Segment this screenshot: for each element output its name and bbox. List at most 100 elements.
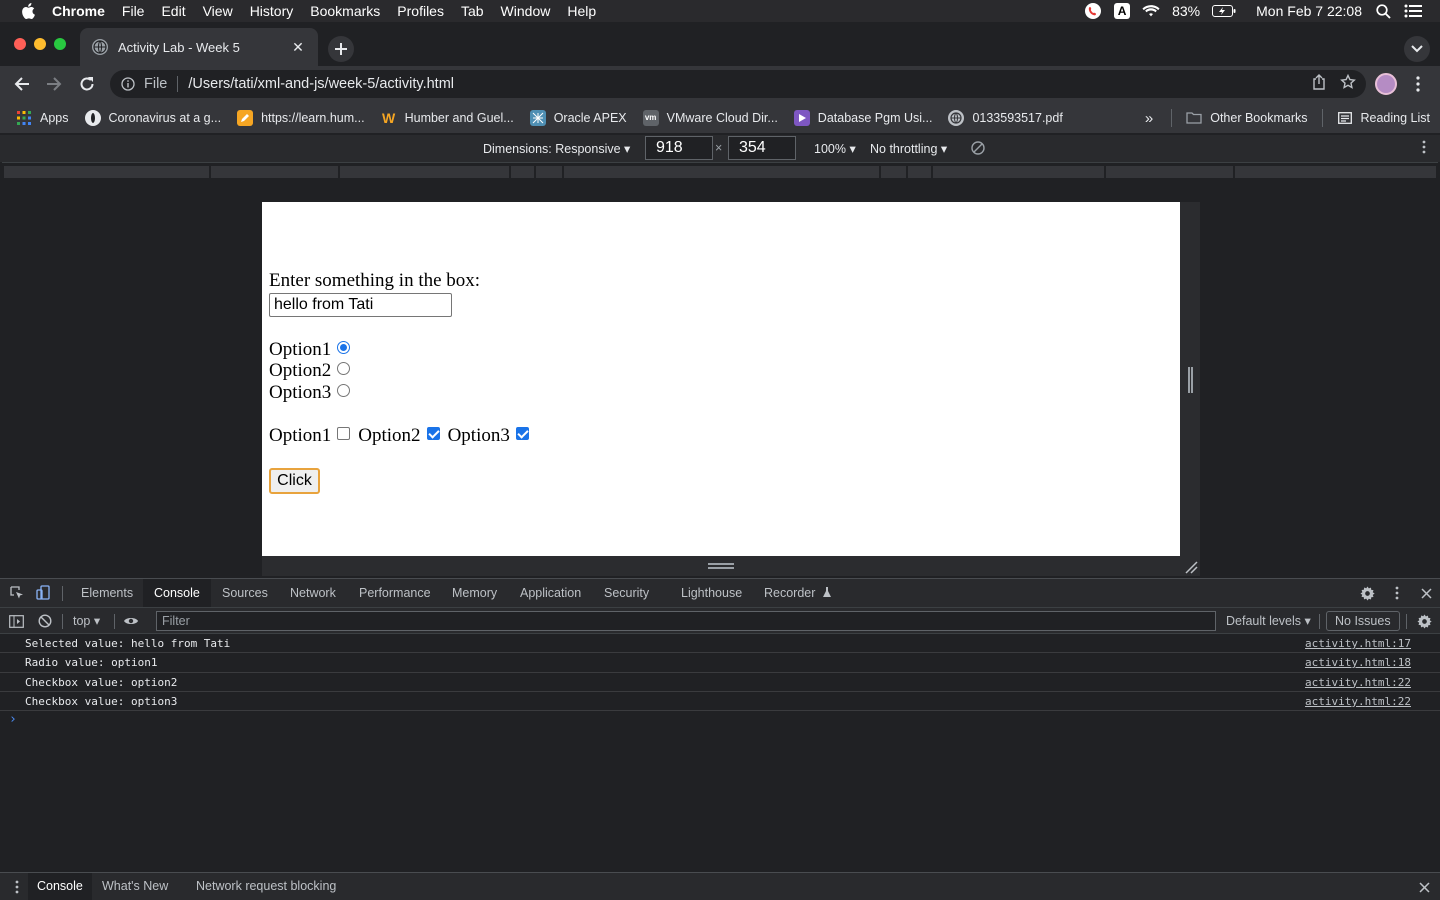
bookmark-humber-guelph[interactable]: W Humber and Guel... bbox=[381, 110, 514, 126]
devtools-tab-network[interactable]: Network bbox=[279, 579, 347, 607]
apple-logo-icon[interactable] bbox=[18, 0, 38, 22]
inspect-element-icon[interactable] bbox=[9, 585, 25, 601]
share-icon[interactable] bbox=[1312, 74, 1326, 94]
radio-option2[interactable] bbox=[337, 362, 351, 375]
viewport-height-input[interactable]: 354 bbox=[728, 136, 796, 160]
devtools-tab-performance[interactable]: Performance bbox=[348, 579, 442, 607]
console-prompt[interactable]: › bbox=[0, 711, 1440, 729]
bookmark-database-pgm[interactable]: Database Pgm Usi... bbox=[793, 109, 932, 126]
resize-corner-icon[interactable] bbox=[1184, 560, 1198, 574]
reading-list-button[interactable]: Reading List bbox=[1337, 110, 1430, 126]
devtools-tab-security[interactable]: Security bbox=[593, 579, 660, 607]
clock[interactable]: Mon Feb 7 22:08 bbox=[1256, 3, 1362, 19]
media-query-segment[interactable] bbox=[536, 166, 563, 178]
browser-tab-active[interactable]: Activity Lab - Week 5 ✕ bbox=[80, 28, 318, 66]
sidebar-toggle-icon[interactable] bbox=[8, 613, 24, 629]
text-input[interactable]: hello from Tati bbox=[269, 293, 452, 317]
viewport-resize-handle-bottom[interactable] bbox=[262, 556, 1200, 576]
console-settings-icon[interactable] bbox=[1416, 613, 1432, 629]
media-query-segment[interactable] bbox=[1235, 166, 1437, 178]
clear-console-icon[interactable] bbox=[37, 613, 53, 629]
console-output[interactable]: Selected value: hello from Tati activity… bbox=[0, 634, 1440, 872]
log-source-link[interactable]: activity.html:18 bbox=[1305, 653, 1411, 672]
checkbox-option3[interactable] bbox=[515, 427, 529, 440]
menu-edit[interactable]: Edit bbox=[161, 3, 185, 19]
menu-help[interactable]: Help bbox=[567, 3, 596, 19]
drawer-tab-whats-new[interactable]: What's New bbox=[93, 873, 177, 900]
viewport-resize-handle-right[interactable] bbox=[1180, 202, 1200, 556]
back-button[interactable] bbox=[10, 72, 34, 96]
drawer-close-icon[interactable] bbox=[1416, 879, 1432, 895]
media-query-segment[interactable] bbox=[340, 166, 510, 178]
menu-bookmarks[interactable]: Bookmarks bbox=[310, 3, 380, 19]
bookmark-learn-humber[interactable]: https://learn.hum... bbox=[237, 109, 365, 126]
menu-history[interactable]: History bbox=[250, 3, 294, 19]
media-query-segment[interactable] bbox=[4, 166, 210, 178]
log-source-link[interactable]: activity.html:22 bbox=[1305, 692, 1411, 711]
devtools-tab-lighthouse[interactable]: Lighthouse bbox=[670, 579, 753, 607]
tab-search-button[interactable] bbox=[1404, 36, 1430, 62]
media-query-segment[interactable] bbox=[881, 166, 907, 178]
url-text[interactable]: /Users/tati/xml-and-js/week-5/activity.h… bbox=[188, 76, 454, 92]
minimize-window-button[interactable] bbox=[34, 38, 46, 50]
menu-window[interactable]: Window bbox=[501, 3, 551, 19]
devtools-tab-elements[interactable]: Elements bbox=[70, 579, 144, 607]
profile-avatar[interactable] bbox=[1375, 73, 1397, 95]
bookmark-oracle-apex[interactable]: Oracle APEX bbox=[529, 109, 627, 126]
live-expression-eye-icon[interactable] bbox=[123, 613, 139, 629]
viewport-width-input[interactable]: 918 bbox=[645, 136, 713, 160]
media-query-bar[interactable] bbox=[2, 162, 1438, 180]
other-bookmarks-folder[interactable]: Other Bookmarks bbox=[1186, 110, 1308, 126]
close-window-button[interactable] bbox=[14, 38, 26, 50]
menu-app-name[interactable]: Chrome bbox=[52, 3, 105, 19]
media-query-segment[interactable] bbox=[511, 166, 535, 178]
zoom-window-button[interactable] bbox=[54, 38, 66, 50]
control-center-icon[interactable] bbox=[1404, 3, 1422, 19]
log-source-link[interactable]: activity.html:17 bbox=[1305, 634, 1411, 653]
devtools-tab-console[interactable]: Console bbox=[143, 579, 211, 607]
reload-button[interactable] bbox=[75, 72, 99, 96]
bookmarks-overflow-button[interactable]: » bbox=[1145, 110, 1153, 127]
device-more-options-icon[interactable] bbox=[1422, 140, 1426, 157]
zoom-select[interactable]: 100% ▾ bbox=[814, 141, 856, 156]
devtools-close-icon[interactable] bbox=[1418, 585, 1434, 601]
console-filter-input[interactable]: Filter bbox=[156, 611, 1216, 631]
media-query-segment[interactable] bbox=[933, 166, 1105, 178]
drawer-tab-network-request-blocking[interactable]: Network request blocking bbox=[187, 873, 345, 900]
checkbox-option2[interactable] bbox=[426, 427, 440, 440]
device-toggle-icon[interactable] bbox=[35, 585, 51, 601]
new-tab-button[interactable] bbox=[328, 36, 354, 62]
bookmark-vmware[interactable]: vm VMware Cloud Dir... bbox=[642, 109, 778, 126]
menu-tab[interactable]: Tab bbox=[461, 3, 484, 19]
viber-icon[interactable] bbox=[1084, 3, 1102, 19]
radio-option3[interactable] bbox=[337, 384, 351, 397]
input-source-icon[interactable]: A bbox=[1114, 3, 1131, 19]
close-tab-icon[interactable]: ✕ bbox=[290, 39, 306, 56]
spotlight-search-icon[interactable] bbox=[1374, 3, 1392, 19]
issues-button[interactable]: No Issues bbox=[1326, 611, 1400, 631]
devtools-settings-icon[interactable] bbox=[1359, 585, 1375, 601]
drawer-tab-console[interactable]: Console bbox=[28, 873, 92, 900]
menu-profiles[interactable]: Profiles bbox=[397, 3, 444, 19]
checkbox-option1[interactable] bbox=[337, 427, 351, 440]
devtools-tab-application[interactable]: Application bbox=[509, 579, 592, 607]
bookmark-coronavirus[interactable]: Coronavirus at a g... bbox=[84, 109, 221, 126]
wifi-icon[interactable] bbox=[1142, 3, 1160, 19]
devtools-tab-memory[interactable]: Memory bbox=[441, 579, 508, 607]
dimensions-select[interactable]: Dimensions: Responsive ▾ bbox=[483, 141, 630, 156]
drawer-menu-icon[interactable] bbox=[9, 879, 25, 895]
throttling-select[interactable]: No throttling ▾ bbox=[870, 141, 947, 156]
devtools-tab-recorder[interactable]: Recorder bbox=[753, 579, 843, 607]
media-query-segment[interactable] bbox=[1106, 166, 1234, 178]
address-bar[interactable]: File /Users/tati/xml-and-js/week-5/activ… bbox=[110, 70, 1366, 98]
rotate-icon[interactable] bbox=[970, 140, 988, 158]
bookmark-pdf[interactable]: 0133593517.pdf bbox=[948, 109, 1063, 126]
menu-file[interactable]: File bbox=[122, 3, 145, 19]
media-query-segment[interactable] bbox=[564, 166, 880, 178]
menu-view[interactable]: View bbox=[203, 3, 233, 19]
media-query-segment[interactable] bbox=[908, 166, 932, 178]
log-source-link[interactable]: activity.html:22 bbox=[1305, 673, 1411, 692]
bookmark-star-icon[interactable] bbox=[1340, 73, 1356, 94]
battery-charging-icon[interactable] bbox=[1212, 3, 1236, 19]
chrome-menu-icon[interactable] bbox=[1410, 74, 1426, 94]
